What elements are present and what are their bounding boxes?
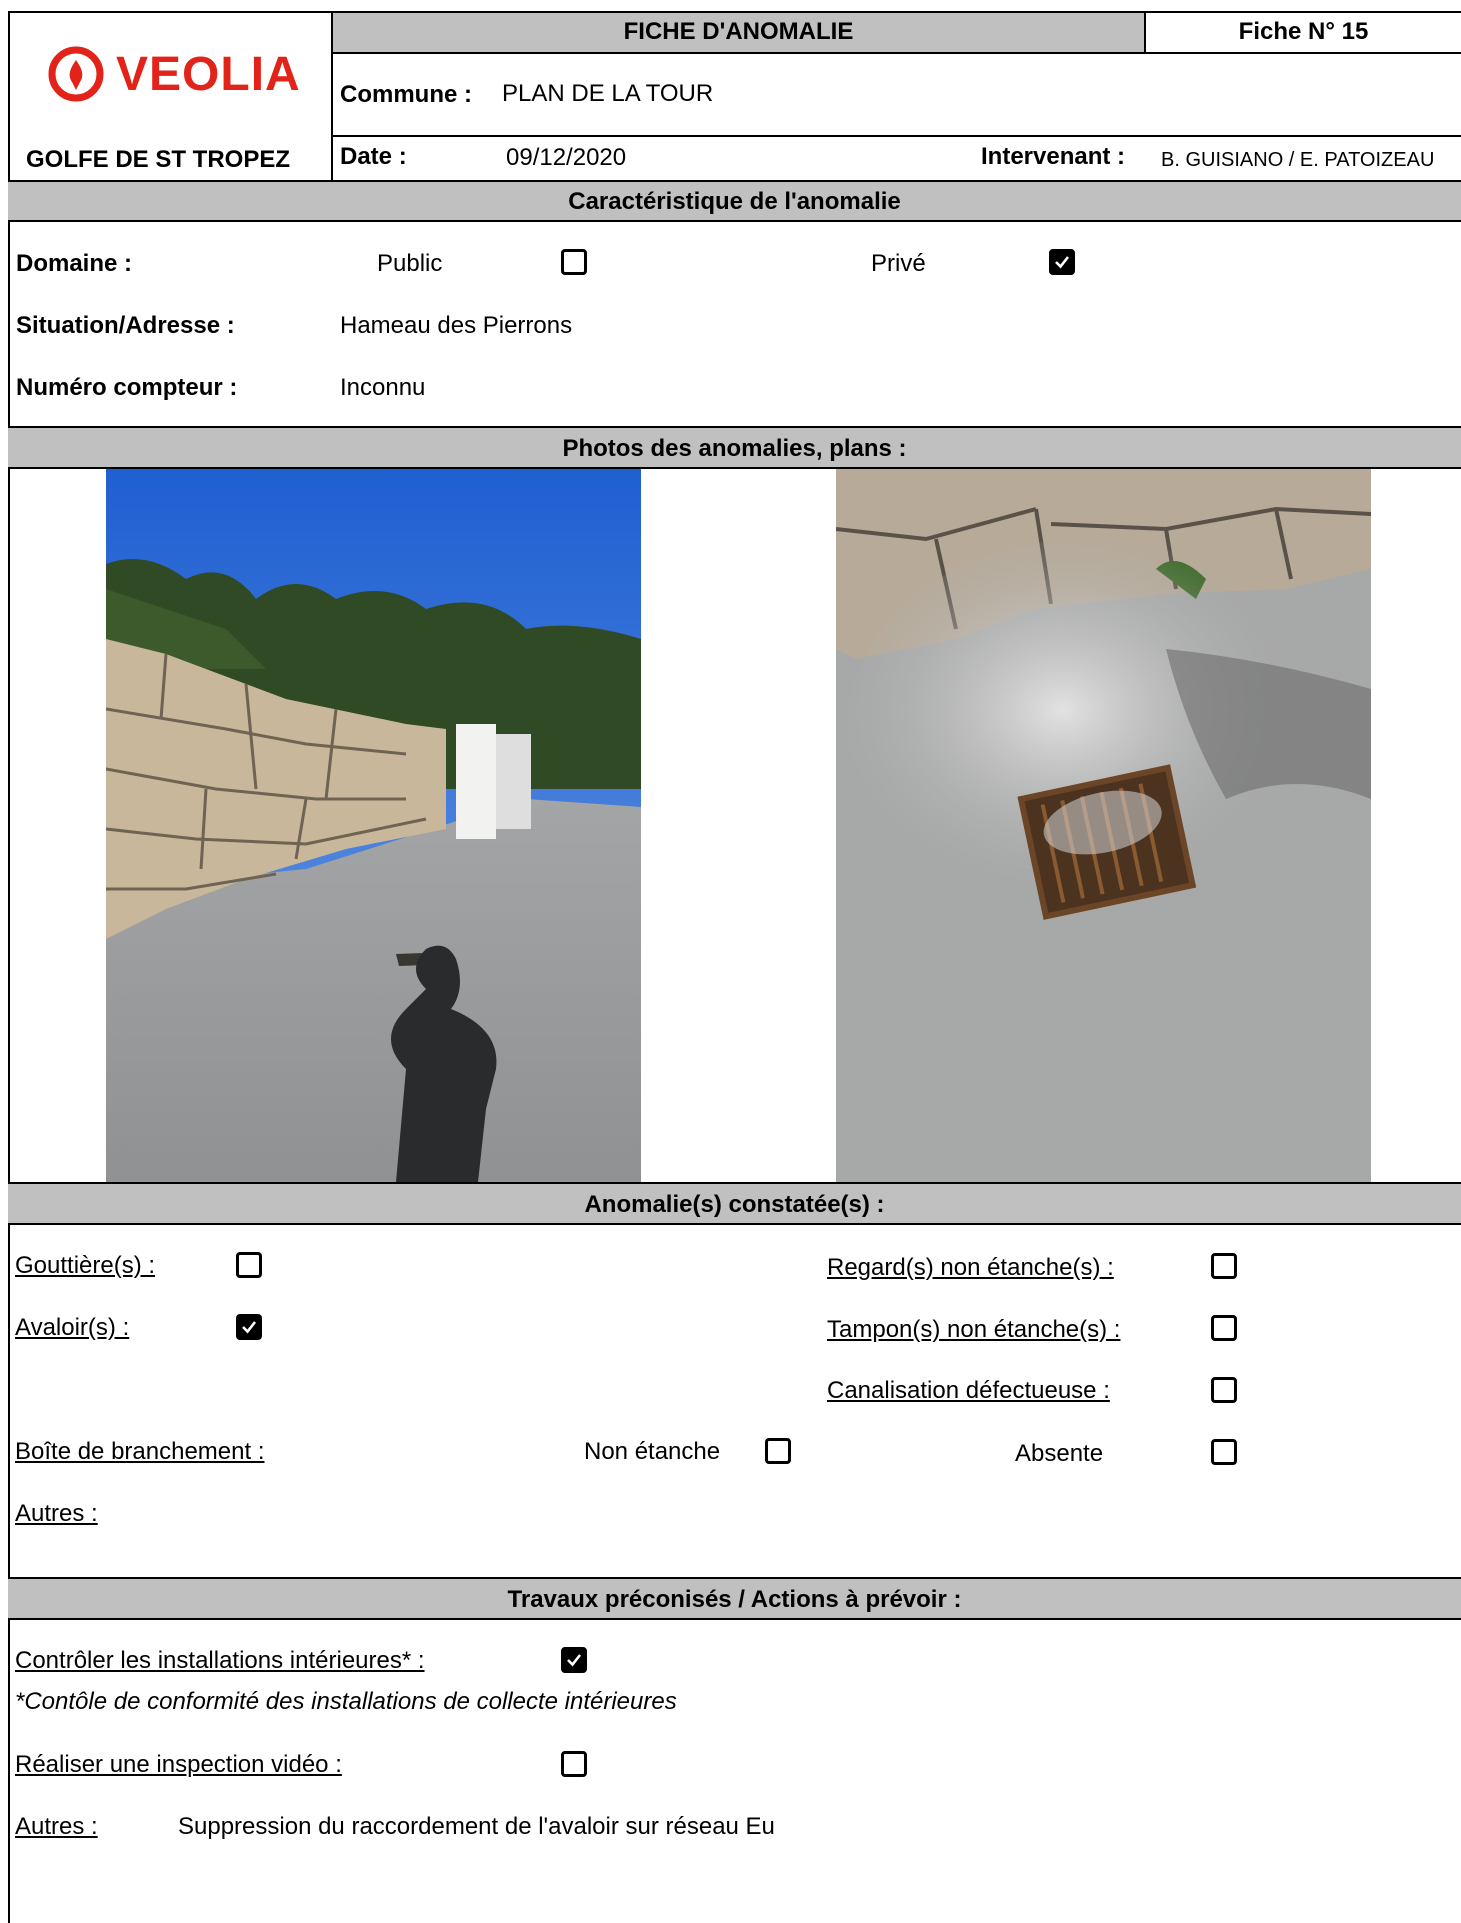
header-line-2 (331, 135, 1461, 137)
controler-label: Contrôler les installations intérieures*… (15, 1647, 425, 1674)
non-etanche-label: Non étanche (584, 1438, 721, 1465)
commune-value: PLAN DE LA TOUR (502, 80, 714, 107)
header-line-1 (331, 52, 1461, 54)
section-bar-anomalies: Anomalie(s) constatée(s) : (8, 1182, 1461, 1225)
section-title-caracteristique: Caractéristique de l'anomalie (568, 188, 901, 215)
intervenant-label: Intervenant : (981, 143, 1126, 170)
check-icon (242, 1321, 257, 1334)
boite-label: Boîte de branchement : (15, 1438, 265, 1465)
public-label: Public (377, 250, 443, 277)
date-value: 09/12/2020 (506, 144, 627, 171)
avaloirs-label: Avaloir(s) : (15, 1314, 130, 1341)
non-etanche-checkbox[interactable] (765, 1438, 791, 1464)
gouttieres-checkbox[interactable] (236, 1252, 262, 1278)
situation-value: Hameau des Pierrons (340, 312, 573, 339)
section-title-anomalies: Anomalie(s) constatée(s) : (584, 1191, 885, 1218)
travaux-autres-value: Suppression du raccordement de l'avaloir… (178, 1813, 775, 1840)
frame-top (8, 11, 1461, 13)
compteur-label: Numéro compteur : (16, 374, 238, 401)
org-name: GOLFE DE ST TROPEZ (26, 146, 291, 173)
photo-wall-street (106, 469, 641, 1182)
anomalies-autres-label: Autres : (15, 1500, 98, 1527)
inspection-checkbox[interactable] (561, 1751, 587, 1777)
photo-grate-smoke (836, 469, 1371, 1182)
prive-label: Privé (871, 250, 926, 277)
check-icon (1055, 256, 1070, 269)
controler-checkbox[interactable] (561, 1647, 587, 1673)
date-label: Date : (340, 143, 407, 170)
public-checkbox[interactable] (561, 249, 587, 275)
frame-left (8, 11, 10, 1923)
prive-checkbox[interactable] (1049, 249, 1075, 275)
intervenant-value: B. GUISIANO / E. PATOIZEAU (1161, 149, 1435, 171)
domaine-label: Domaine : (16, 250, 133, 277)
regards-checkbox[interactable] (1211, 1253, 1237, 1279)
absente-label: Absente (1015, 1440, 1104, 1467)
controle-note: *Contôle de conformité des installations… (15, 1688, 677, 1715)
section-bar-caracteristique: Caractéristique de l'anomalie (8, 180, 1461, 222)
section-title-travaux: Travaux préconisés / Actions à prévoir : (507, 1586, 962, 1613)
form-title: FICHE D'ANOMALIE (623, 18, 854, 45)
check-icon (567, 1654, 582, 1667)
veolia-logo-mark (48, 46, 104, 102)
section-title-photos: Photos des anomalies, plans : (562, 435, 907, 462)
section-bar-photos: Photos des anomalies, plans : (8, 426, 1461, 469)
logo-wordmark: VEOLIA (116, 48, 301, 101)
canalisation-checkbox[interactable] (1211, 1377, 1237, 1403)
gouttieres-label: Gouttière(s) : (15, 1252, 156, 1279)
travaux-autres-label: Autres : (15, 1813, 98, 1840)
fiche-number: Fiche N° 15 (1238, 18, 1369, 45)
tampons-checkbox[interactable] (1211, 1315, 1237, 1341)
compteur-value: Inconnu (340, 374, 426, 401)
section-bar-travaux: Travaux préconisés / Actions à prévoir : (8, 1577, 1461, 1620)
inspection-label: Réaliser une inspection vidéo : (15, 1751, 342, 1778)
regards-label: Regard(s) non étanche(s) : (827, 1254, 1114, 1281)
commune-label: Commune : (340, 81, 472, 108)
avaloirs-checkbox[interactable] (236, 1314, 262, 1340)
tampons-label: Tampon(s) non étanche(s) : (827, 1316, 1121, 1343)
absente-checkbox[interactable] (1211, 1439, 1237, 1465)
veolia-logo: VEOLIA (48, 44, 301, 104)
situation-label: Situation/Adresse : (16, 312, 235, 339)
canalisation-label: Canalisation défectueuse : (827, 1377, 1110, 1404)
